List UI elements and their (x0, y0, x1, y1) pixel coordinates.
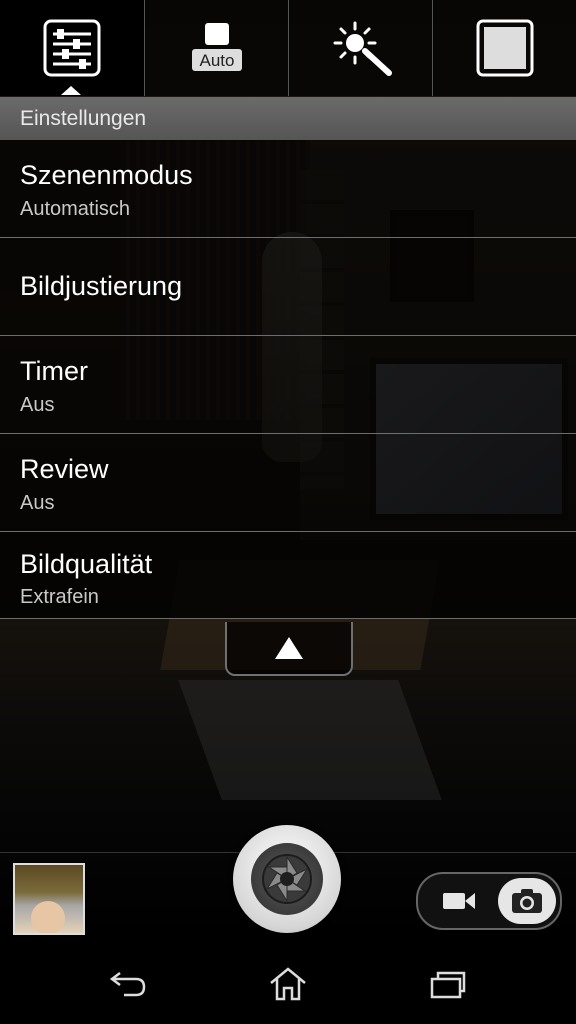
menu-item-review[interactable]: Review Aus (0, 434, 576, 532)
collapse-menu-button[interactable] (225, 622, 353, 676)
menu-item-title: Review (20, 454, 109, 484)
recent-apps-button[interactable] (418, 962, 478, 1006)
active-tab-caret (61, 86, 81, 95)
photo-mode-button[interactable] (498, 878, 556, 924)
menu-item-title: Bildqualität (20, 549, 153, 579)
menu-item-title: Bildjustierung (20, 271, 183, 301)
frame-button[interactable] (432, 0, 576, 96)
menu-item-value: Aus (20, 394, 55, 416)
scene-mode-button[interactable]: Auto (144, 0, 289, 96)
settings-header: Einstellungen (0, 97, 576, 140)
brightness-button[interactable] (288, 0, 433, 96)
video-mode-button[interactable] (428, 880, 490, 922)
menu-item-image-adjustment[interactable]: Bildjustierung (0, 238, 576, 336)
recent-apps-icon (430, 971, 466, 999)
auto-label: Auto (200, 51, 235, 70)
brightness-wand-icon (333, 21, 392, 76)
back-button[interactable] (98, 962, 158, 1006)
menu-item-scene-mode[interactable]: Szenenmodus Automatisch (0, 140, 576, 238)
menu-item-value: Aus (20, 492, 55, 514)
video-camera-icon (443, 893, 475, 909)
aperture-icon-container (251, 843, 323, 915)
settings-menu: Szenenmodus Automatisch Bildjustierung T… (0, 140, 576, 619)
settings-sliders-icon (43, 19, 101, 77)
auto-scene-icon: Auto (192, 23, 242, 71)
square-frame-icon (476, 19, 534, 77)
camera-toolbar: Auto (0, 0, 576, 96)
menu-item-title: Szenenmodus (20, 160, 193, 190)
settings-tab-button[interactable] (0, 0, 144, 96)
back-arrow-icon (109, 972, 146, 997)
collapse-up-icon (275, 637, 303, 659)
menu-item-value: Automatisch (20, 198, 131, 220)
home-button[interactable] (258, 962, 318, 1006)
menu-item-value: Extrafein (20, 586, 99, 608)
system-navigation-bar (0, 940, 576, 1024)
menu-item-title: Timer (20, 356, 88, 386)
menu-item-timer[interactable]: Timer Aus (0, 336, 576, 434)
photo-camera-icon (512, 889, 542, 913)
aperture-icon (262, 854, 312, 904)
viewfinder-floor (178, 680, 442, 800)
last-photo-thumbnail[interactable] (13, 863, 85, 935)
shutter-button[interactable] (233, 825, 341, 933)
settings-header-label: Einstellungen (20, 107, 147, 130)
menu-item-image-quality[interactable]: Bildqualität Extrafein (0, 532, 576, 619)
home-icon (270, 967, 306, 1001)
thumbnail-image (31, 901, 65, 933)
photo-video-switch[interactable] (416, 872, 562, 930)
